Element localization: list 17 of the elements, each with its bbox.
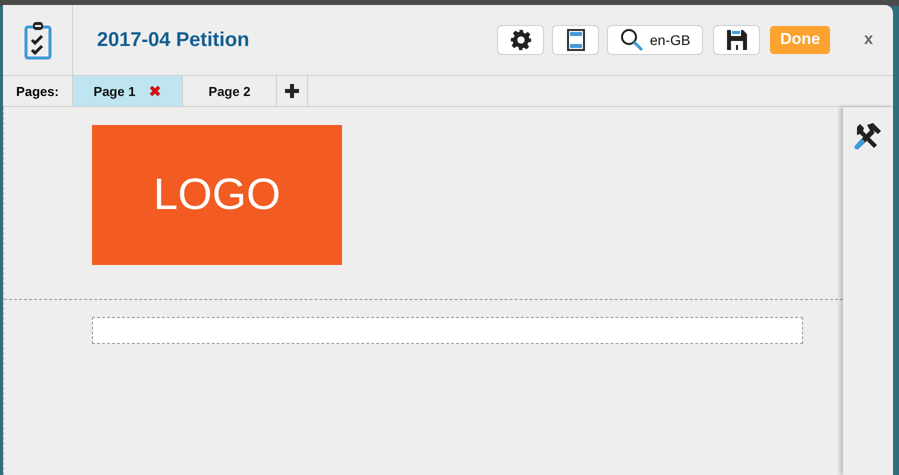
tools-icon[interactable] [853,121,883,151]
delete-icon[interactable] [149,85,162,97]
clipboard-checklist-icon [22,20,52,60]
save-button[interactable] [713,25,760,55]
close-button[interactable]: x [858,31,879,49]
plus-icon [284,83,300,99]
language-button[interactable]: en-GB [607,25,704,55]
settings-button[interactable] [497,25,544,55]
settings-icon [510,29,532,51]
layout-icon [566,29,585,51]
page-tab[interactable]: Page 1 [73,76,183,106]
page-tab[interactable]: Page 2 [183,76,277,106]
layout-button[interactable] [552,25,600,55]
save-icon [726,30,747,50]
text-field[interactable] [92,317,803,344]
window-title: 2017-04 Petition [97,28,250,52]
search-icon [620,28,644,52]
